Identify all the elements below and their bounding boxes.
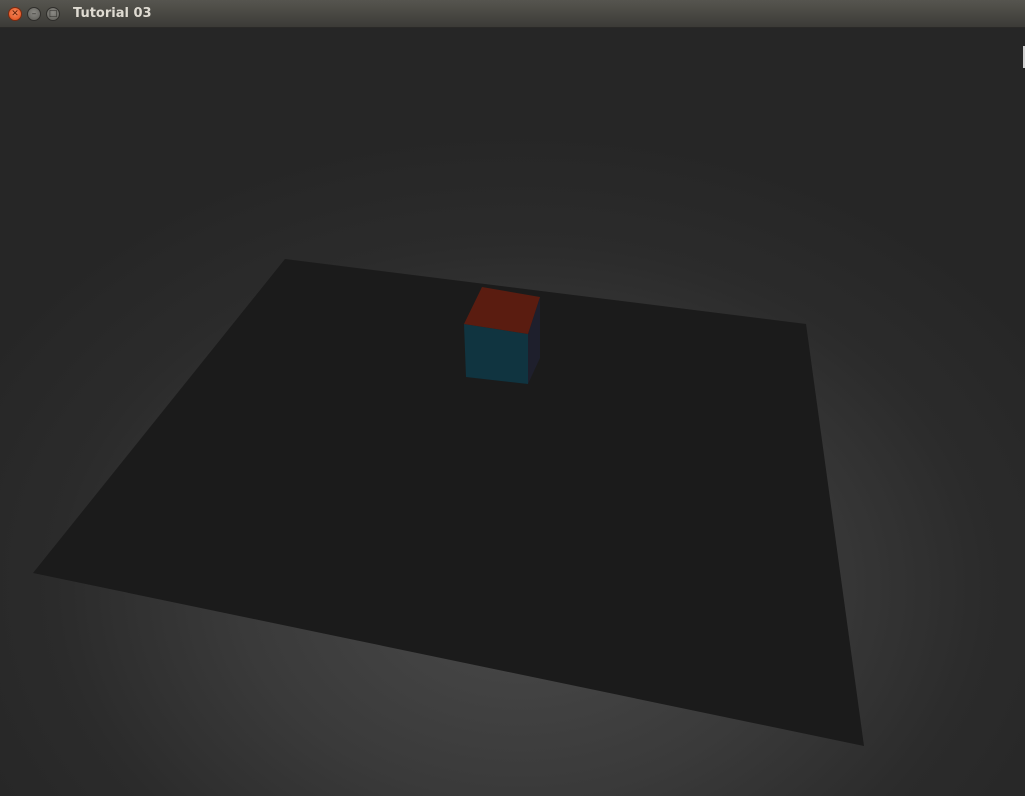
close-button[interactable]: ✕ — [8, 7, 22, 21]
maximize-button[interactable]: □ — [46, 7, 60, 21]
application-window: ✕ – □ Tutorial 03 — [0, 0, 1025, 796]
minimize-icon: – — [31, 8, 37, 19]
maximize-icon: □ — [48, 8, 58, 19]
cube-front-face — [464, 324, 528, 384]
scene-canvas — [33, 259, 864, 746]
3d-viewport[interactable] — [0, 28, 1025, 796]
minimize-button[interactable]: – — [27, 7, 41, 21]
window-title: Tutorial 03 — [73, 6, 152, 21]
title-bar[interactable]: ✕ – □ Tutorial 03 — [0, 0, 1025, 28]
close-icon: ✕ — [11, 8, 19, 19]
floor-plane — [33, 259, 864, 746]
